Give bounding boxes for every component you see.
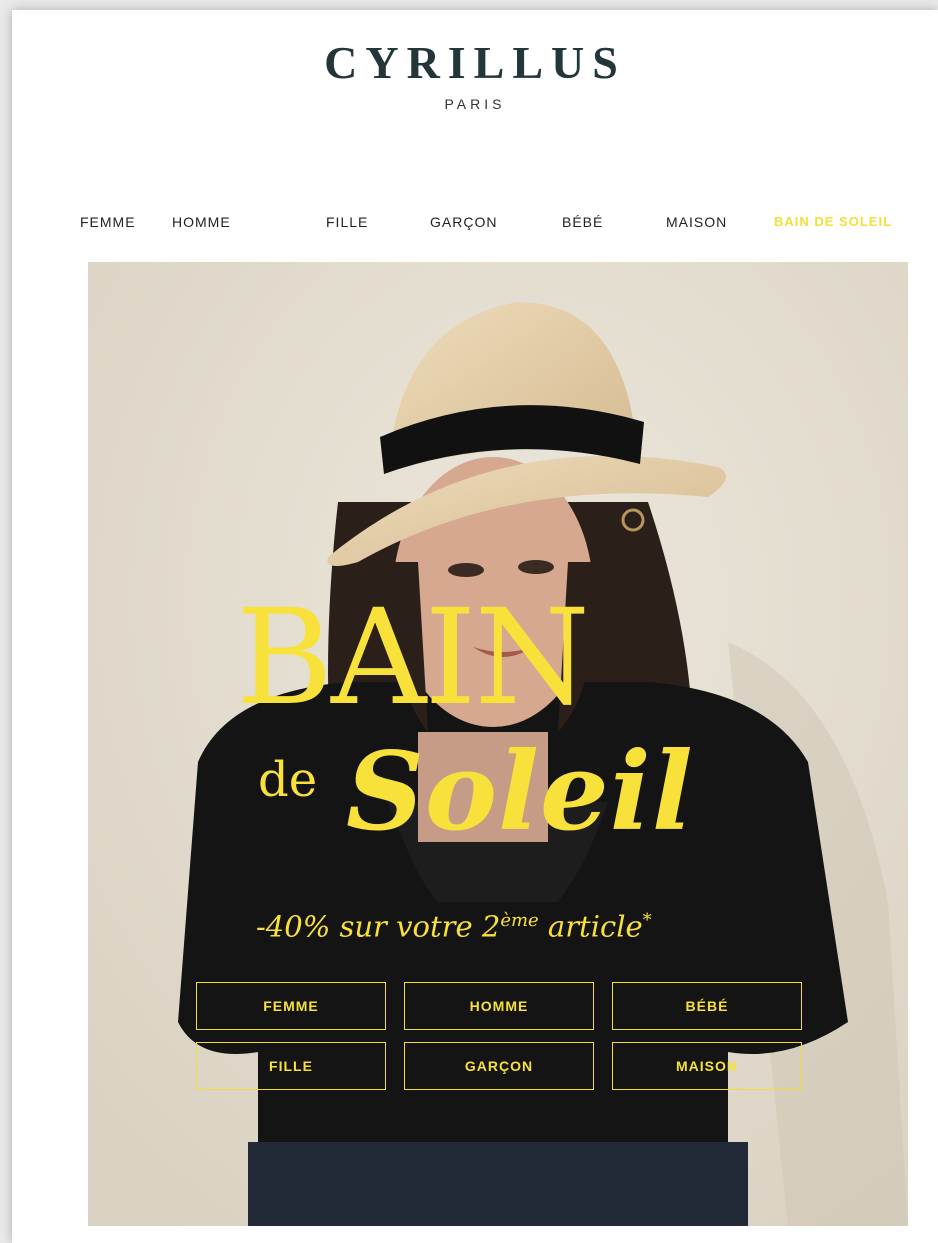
offer-prefix: -40% sur votre 2	[256, 909, 501, 944]
offer-suffix: article	[538, 909, 643, 944]
nav-item-maison[interactable]: MAISON	[666, 214, 727, 230]
cta-garcon-button[interactable]: GARÇON	[404, 1042, 594, 1090]
cta-homme-button[interactable]: HOMME	[404, 982, 594, 1030]
nav-item-homme[interactable]: HOMME	[172, 214, 231, 230]
nav-item-bebe[interactable]: BÉBÉ	[562, 214, 603, 230]
nav-item-bain-de-soleil[interactable]: BAIN DE SOLEIL	[774, 214, 892, 229]
hero-title-de: de	[258, 752, 318, 808]
brand-name: CYRILLUS	[324, 37, 626, 88]
nav-item-garcon[interactable]: GARÇON	[430, 214, 497, 230]
nav-item-femme[interactable]: FEMME	[80, 214, 136, 230]
cta-fille-button[interactable]: FILLE	[196, 1042, 386, 1090]
cta-bebe-button[interactable]: BÉBÉ	[612, 982, 802, 1030]
email-card: CYRILLUS PARIS FEMME HOMME FILLE GARÇON …	[12, 10, 938, 1243]
offer-asterisk: *	[642, 910, 652, 931]
top-navigation: FEMME HOMME FILLE GARÇON BÉBÉ MAISON BAI…	[12, 214, 938, 238]
cta-maison-button[interactable]: MAISON	[612, 1042, 802, 1090]
offer-superscript: ème	[500, 910, 539, 931]
hero-offer: -40% sur votre 2ème article*	[256, 912, 652, 942]
nav-item-fille[interactable]: FILLE	[326, 214, 368, 230]
hero-banner[interactable]: BAIN de Soleil -40% sur votre 2ème artic…	[88, 262, 908, 1226]
brand-logo[interactable]: CYRILLUS PARIS	[12, 37, 938, 113]
brand-subtitle: PARIS	[444, 96, 506, 112]
cta-femme-button[interactable]: FEMME	[196, 982, 386, 1030]
hero-title-bain: BAIN	[236, 581, 590, 735]
hero-title-soleil: Soleil	[346, 729, 694, 855]
